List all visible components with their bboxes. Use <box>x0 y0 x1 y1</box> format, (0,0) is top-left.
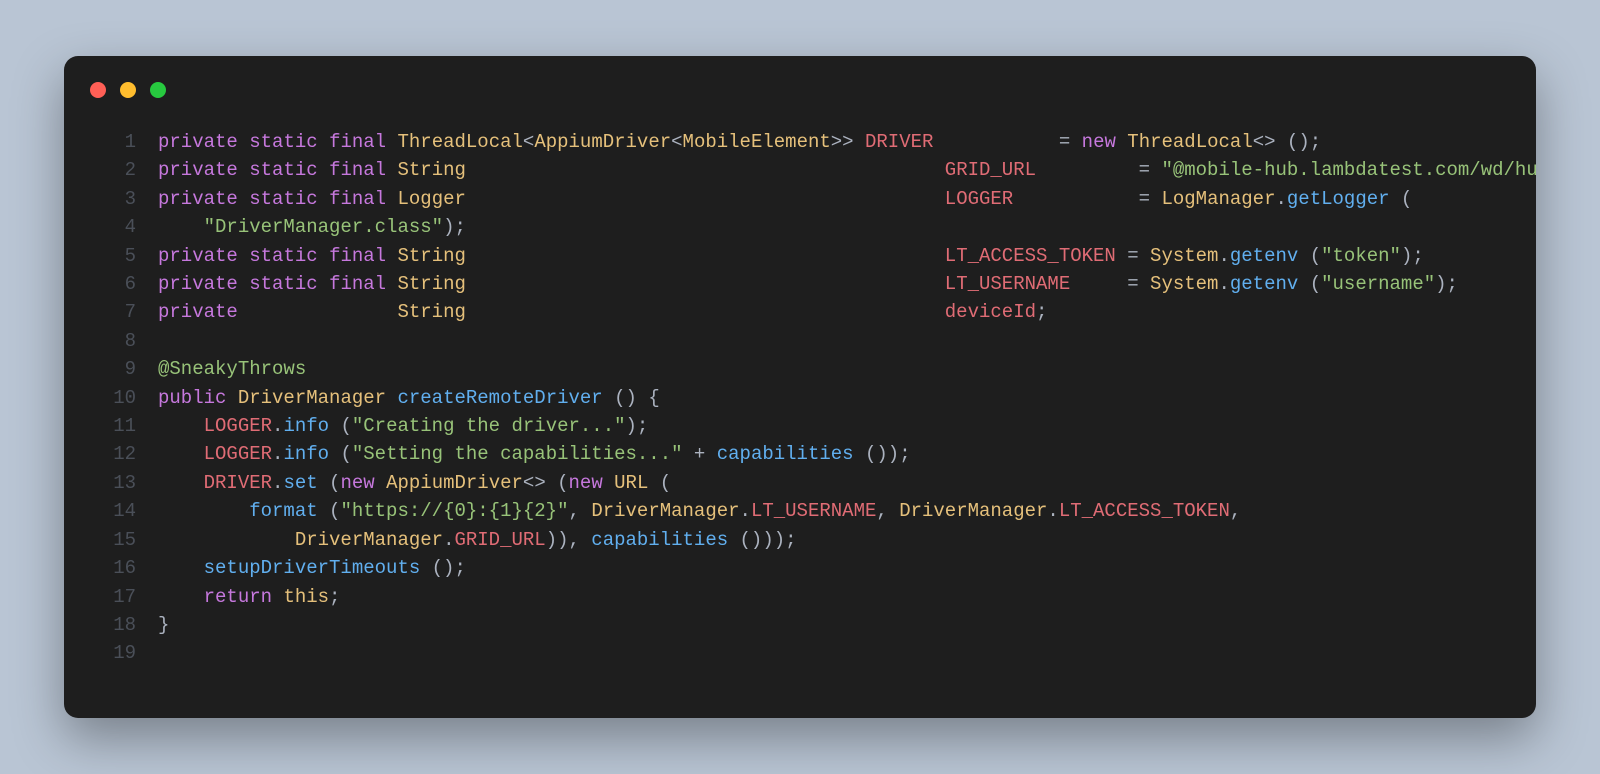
window-controls <box>90 82 166 98</box>
code-content: "DriverManager.class"); <box>158 213 466 241</box>
line-number: 14 <box>82 497 158 525</box>
code-window: 1 private static final ThreadLocal<Appiu… <box>64 56 1536 718</box>
code-line: 9 @SneakyThrows <box>82 355 1518 383</box>
code-line: 4 "DriverManager.class"); <box>82 213 1518 241</box>
line-number: 2 <box>82 156 158 184</box>
code-content: private static final String GRID_URL = "… <box>158 156 1536 184</box>
line-number: 4 <box>82 213 158 241</box>
code-line: 10 public DriverManager createRemoteDriv… <box>82 384 1518 412</box>
code-line: 8 <box>82 327 1518 355</box>
code-line: 15 DriverManager.GRID_URL)), capabilitie… <box>82 526 1518 554</box>
code-line: 2 private static final String GRID_URL =… <box>82 156 1518 184</box>
code-content: setupDriverTimeouts (); <box>158 554 466 582</box>
code-content: private String deviceId; <box>158 298 1047 326</box>
code-content: DriverManager.GRID_URL)), capabilities (… <box>158 526 797 554</box>
line-number: 11 <box>82 412 158 440</box>
code-line: 1 private static final ThreadLocal<Appiu… <box>82 128 1518 156</box>
code-content: private static final String LT_ACCESS_TO… <box>158 242 1424 270</box>
minimize-dot-icon[interactable] <box>120 82 136 98</box>
code-content: private static final Logger LOGGER = Log… <box>158 185 1412 213</box>
code-editor[interactable]: 1 private static final ThreadLocal<Appiu… <box>82 128 1518 698</box>
code-content <box>158 327 169 355</box>
line-number: 5 <box>82 242 158 270</box>
line-number: 17 <box>82 583 158 611</box>
line-number: 8 <box>82 327 158 355</box>
line-number: 9 <box>82 355 158 383</box>
code-content: return this; <box>158 583 340 611</box>
code-content: DRIVER.set (new AppiumDriver<> (new URL … <box>158 469 671 497</box>
code-line: 17 return this; <box>82 583 1518 611</box>
code-line: 6 private static final String LT_USERNAM… <box>82 270 1518 298</box>
line-number: 3 <box>82 185 158 213</box>
line-number: 10 <box>82 384 158 412</box>
code-content: public DriverManager createRemoteDriver … <box>158 384 660 412</box>
code-line: 7 private String deviceId; <box>82 298 1518 326</box>
code-content: private static final ThreadLocal<AppiumD… <box>158 128 1321 156</box>
code-content <box>158 639 169 667</box>
close-dot-icon[interactable] <box>90 82 106 98</box>
code-line: 16 setupDriverTimeouts (); <box>82 554 1518 582</box>
code-line: 5 private static final String LT_ACCESS_… <box>82 242 1518 270</box>
line-number: 15 <box>82 526 158 554</box>
code-content: } <box>158 611 169 639</box>
code-content: @SneakyThrows <box>158 355 306 383</box>
code-content: format ("https://{0}:{1}{2}", DriverMana… <box>158 497 1241 525</box>
code-line: 13 DRIVER.set (new AppiumDriver<> (new U… <box>82 469 1518 497</box>
line-number: 16 <box>82 554 158 582</box>
code-line: 3 private static final Logger LOGGER = L… <box>82 185 1518 213</box>
line-number: 12 <box>82 440 158 468</box>
code-content: LOGGER.info ("Creating the driver..."); <box>158 412 648 440</box>
code-line: 11 LOGGER.info ("Creating the driver..."… <box>82 412 1518 440</box>
code-content: private static final String LT_USERNAME … <box>158 270 1458 298</box>
line-number: 13 <box>82 469 158 497</box>
line-number: 18 <box>82 611 158 639</box>
line-number: 19 <box>82 639 158 667</box>
code-line: 12 LOGGER.info ("Setting the capabilitie… <box>82 440 1518 468</box>
line-number: 1 <box>82 128 158 156</box>
code-line: 18 } <box>82 611 1518 639</box>
line-number: 6 <box>82 270 158 298</box>
code-line: 19 <box>82 639 1518 667</box>
line-number: 7 <box>82 298 158 326</box>
code-line: 14 format ("https://{0}:{1}{2}", DriverM… <box>82 497 1518 525</box>
code-content: LOGGER.info ("Setting the capabilities..… <box>158 440 911 468</box>
zoom-dot-icon[interactable] <box>150 82 166 98</box>
